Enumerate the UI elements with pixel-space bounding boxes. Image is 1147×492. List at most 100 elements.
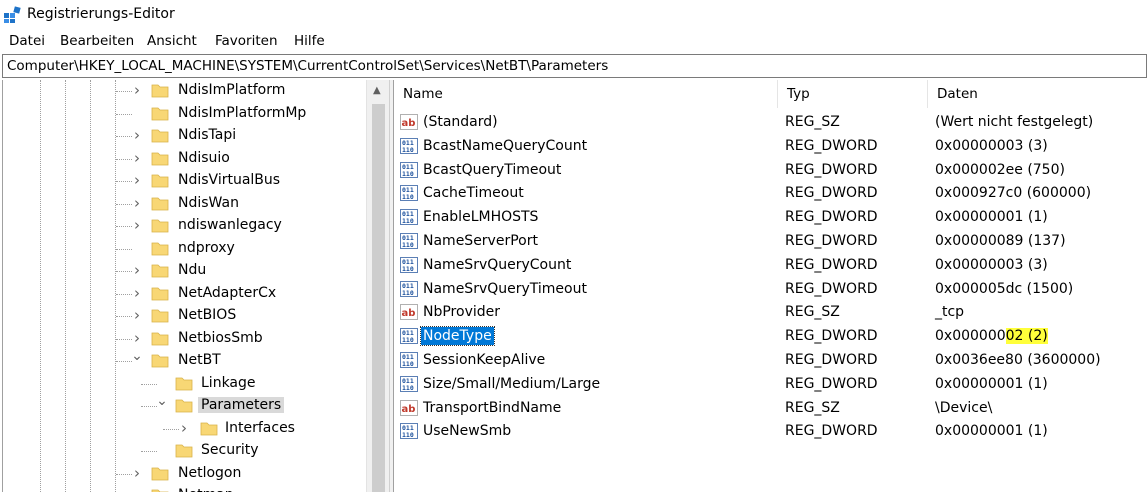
menu-favoriten[interactable]: Favoriten	[215, 33, 278, 49]
chevron-right-icon[interactable]: ›	[131, 261, 143, 279]
tree-item-label: Netman	[175, 487, 237, 492]
value-row[interactable]: 011 110 NameServerPort REG_DWORD 0x00000089 …	[394, 230, 1147, 254]
svg-text:110: 110	[402, 193, 414, 201]
chevron-right-icon[interactable]: ›	[131, 329, 143, 347]
chevron-right-icon[interactable]: ›	[131, 126, 143, 144]
tree-item[interactable]: Linkage	[3, 373, 365, 395]
value-row[interactable]: 011 110 SessionKeepAlive REG_DWORD 0x0036ee8…	[394, 349, 1147, 373]
string-value-icon: ab	[400, 304, 418, 321]
value-data: (Wert nicht festgelegt)	[935, 114, 1094, 130]
tree-item[interactable]: › NdisTapi	[3, 125, 365, 147]
chevron-right-icon[interactable]: ›	[131, 284, 143, 302]
column-separator[interactable]	[927, 80, 928, 108]
value-row[interactable]: 011 110 NodeType REG_DWORD 0x00000002 (2)	[394, 325, 1147, 349]
svg-text:ab: ab	[402, 404, 416, 415]
svg-text:110: 110	[402, 146, 414, 154]
tree-item[interactable]: › NetBIOS	[3, 305, 365, 327]
tree-item[interactable]: › NdisVirtualBus	[3, 170, 365, 192]
chevron-right-icon[interactable]: ›	[131, 81, 143, 99]
value-row[interactable]: 011 110 BcastNameQueryCount REG_DWORD 0x0000…	[394, 135, 1147, 159]
tree-connector	[116, 226, 132, 227]
value-name: Size/Small/Medium/Large	[423, 375, 601, 392]
value-type: REG_SZ	[785, 304, 840, 321]
value-row[interactable]: ab NbProvider REG_SZ _tcp	[394, 301, 1147, 325]
chevron-right-icon[interactable]: ›	[178, 419, 190, 437]
tree-connector	[116, 113, 132, 115]
tree-item-label: NetBIOS	[178, 307, 237, 323]
value-row[interactable]: 011 110 EnableLMHOSTS REG_DWORD 0x00000001 (…	[394, 206, 1147, 230]
tree-item[interactable]: › ndiswanlegacy	[3, 215, 365, 237]
chevron-right-icon[interactable]: ›	[131, 464, 143, 482]
tree-item[interactable]: ⌄ NetBT	[3, 348, 365, 372]
tree-item[interactable]: Security	[3, 440, 365, 462]
value-row[interactable]: ab TransportBindName REG_SZ \Device\	[394, 397, 1147, 421]
column-header-name[interactable]: Name	[403, 86, 443, 102]
value-name: BcastQueryTimeout	[423, 161, 562, 178]
tree-item[interactable]: › NdisImPlatform	[3, 80, 365, 102]
chevron-right-icon[interactable]: ›	[131, 194, 143, 212]
menu-datei[interactable]: Datei	[9, 33, 45, 49]
binary-value-icon: 011 110	[400, 352, 418, 368]
window-title: Registrierungs-Editor	[27, 6, 175, 22]
column-header-data[interactable]: Daten	[937, 86, 978, 102]
menu-ansicht[interactable]: Ansicht	[147, 33, 197, 49]
tree-item[interactable]: › NetbiosSmb	[3, 328, 365, 350]
svg-text:110: 110	[402, 384, 414, 392]
chevron-right-icon[interactable]: ›	[131, 486, 143, 492]
column-header-type[interactable]: Typ	[787, 86, 810, 102]
value-row[interactable]: 011 110 Size/Small/Medium/Large REG_DWORD 0x…	[394, 373, 1147, 397]
chevron-right-icon[interactable]: ›	[131, 149, 143, 167]
chevron-down-icon[interactable]: ⌄	[156, 393, 168, 409]
value-data: 0x000927c0 (600000)	[935, 185, 1092, 202]
tree-connector	[141, 451, 157, 452]
svg-text:110: 110	[402, 360, 414, 368]
scrollbar-thumb[interactable]	[372, 104, 385, 492]
tree-item[interactable]: › Netman	[3, 485, 365, 492]
chevron-right-icon[interactable]: ›	[131, 171, 143, 189]
tree-item[interactable]: › Ndu	[3, 260, 365, 282]
chevron-down-icon[interactable]: ⌄	[131, 348, 143, 364]
address-path[interactable]: Computer\HKEY_LOCAL_MACHINE\SYSTEM\Curre…	[7, 58, 608, 74]
value-row[interactable]: 011 110 NameSrvQueryTimeout REG_DWORD 0x0000…	[394, 278, 1147, 302]
tree-item[interactable]: › Ndisuio	[3, 148, 365, 170]
folder-icon	[151, 330, 169, 346]
value-type: REG_SZ	[785, 399, 840, 416]
tree-item[interactable]: › NdisWan	[3, 193, 365, 215]
value-row[interactable]: 011 110 NameSrvQueryCount REG_DWORD 0x000000…	[394, 254, 1147, 278]
value-data-prefix: 0x000000	[935, 328, 1006, 345]
value-row[interactable]: ab (Standard) REG_SZ (Wert nicht festgelegt…	[394, 111, 1147, 135]
svg-text:110: 110	[402, 289, 414, 297]
tree-item[interactable]: ndproxy	[3, 238, 365, 260]
address-bar[interactable]: Computer\HKEY_LOCAL_MACHINE\SYSTEM\Curre…	[2, 54, 1147, 78]
tree-item[interactable]: ⌄ Parameters	[3, 393, 365, 417]
chevron-right-icon[interactable]: ›	[131, 306, 143, 324]
value-type: REG_DWORD	[785, 161, 878, 178]
tree-item-label: NdisImPlatformMp	[178, 104, 307, 121]
folder-icon	[175, 442, 193, 458]
tree-item[interactable]: › Netlogon	[3, 463, 365, 485]
folder-icon	[151, 172, 169, 188]
tree-scrollbar[interactable]: ▲	[366, 80, 389, 492]
value-type: REG_DWORD	[785, 375, 878, 392]
value-name: EnableLMHOSTS	[423, 209, 539, 226]
chevron-right-icon[interactable]: ›	[131, 216, 143, 234]
value-name: CacheTimeout	[423, 185, 524, 202]
value-data: 0x00000089 (137)	[935, 233, 1066, 249]
folder-icon	[151, 352, 169, 368]
value-row[interactable]: 011 110 CacheTimeout REG_DWORD 0x000927c0 (6…	[394, 182, 1147, 206]
tree-item[interactable]: NdisImPlatformMp	[3, 103, 365, 125]
scroll-up-icon[interactable]: ▲	[373, 85, 381, 96]
column-separator[interactable]	[777, 80, 778, 108]
tree-connector	[116, 316, 132, 317]
tree-connector	[116, 181, 132, 182]
value-row[interactable]: 011 110 UseNewSmb REG_DWORD 0x00000001 (1)	[394, 420, 1147, 444]
value-type: REG_DWORD	[785, 256, 878, 273]
menu-hilfe[interactable]: Hilfe	[294, 33, 325, 49]
menu-bearbeiten[interactable]: Bearbeiten	[60, 33, 134, 49]
value-row[interactable]: 011 110 BcastQueryTimeout REG_DWORD 0x000002…	[394, 159, 1147, 183]
tree-item[interactable]: › NetAdapterCx	[3, 283, 365, 305]
svg-text:110: 110	[402, 241, 414, 249]
binary-value-icon: 011 110	[400, 185, 418, 202]
tree-item[interactable]: › Interfaces	[3, 418, 365, 440]
value-data-highlight: 02 (2)	[1005, 328, 1048, 345]
